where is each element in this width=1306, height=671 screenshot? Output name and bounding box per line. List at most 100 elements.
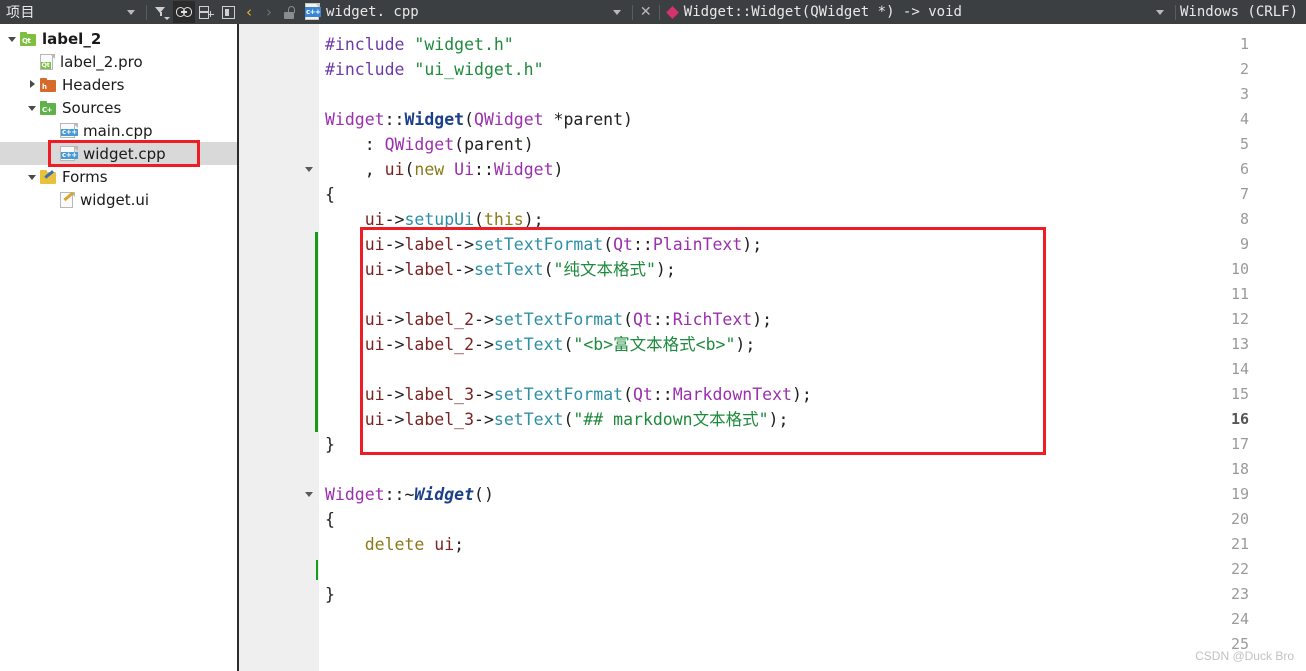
- code-token: Widget: [325, 110, 385, 129]
- navigate-back-icon[interactable]: ‹: [239, 3, 259, 21]
- code-line[interactable]: ui->label_3->setText("## markdown文本格式");: [325, 407, 789, 432]
- code-token: );: [742, 235, 763, 254]
- tree-item-sources[interactable]: C+ Sources: [0, 96, 121, 119]
- code-line[interactable]: : QWidget(parent): [325, 132, 534, 157]
- tree-item-widget-cpp[interactable]: c++ widget.cpp: [0, 142, 237, 165]
- expand-collapse-icon[interactable]: [24, 78, 40, 91]
- code-token: "## markdown文本格式": [573, 410, 769, 429]
- tree-item-label-2-pro[interactable]: Qt label_2.pro: [0, 50, 143, 73]
- ui-file-icon: [60, 191, 75, 208]
- close-file-icon[interactable]: ✕: [637, 4, 655, 20]
- code-line[interactable]: }: [325, 582, 335, 607]
- code-token: "ui_widget.h": [414, 60, 544, 79]
- code-token: Qt: [633, 310, 653, 329]
- expand-collapse-icon[interactable]: [24, 170, 40, 183]
- line-number: 14: [1230, 360, 1249, 378]
- tree-item-widget-ui[interactable]: widget.ui: [0, 188, 149, 211]
- code-line[interactable]: {: [325, 182, 335, 207]
- code-token: ui: [364, 310, 385, 329]
- code-token: Qt: [613, 235, 633, 254]
- tree-item-label: Forms: [62, 167, 108, 186]
- code-line[interactable]: ui->label_3->setTextFormat(Qt::MarkdownT…: [325, 382, 812, 407]
- link-icon[interactable]: [173, 1, 195, 23]
- code-line[interactable]: ui->setupUi(this);: [325, 207, 544, 232]
- line-number: 23: [1230, 585, 1249, 603]
- code-token: Widget: [414, 485, 475, 504]
- cpp-file-icon: c++: [304, 3, 322, 21]
- code-token: ::~: [384, 485, 415, 504]
- code-line[interactable]: {: [325, 507, 335, 532]
- code-editor[interactable]: 1 #include "widget.h" 2 #include "ui_widget…: [239, 24, 1306, 671]
- code-line[interactable]: , ui(new Ui::Widget): [325, 157, 564, 182]
- code-token: {: [325, 510, 335, 529]
- code-token: PlainText: [652, 235, 743, 254]
- open-file-name[interactable]: widget. cpp: [326, 4, 419, 20]
- code-line[interactable]: #include "widget.h": [325, 32, 514, 57]
- project-panel-title: 项目: [6, 5, 35, 21]
- code-line[interactable]: Widget::Widget(QWidget *parent): [325, 107, 633, 132]
- tree-item-label: widget.cpp: [83, 144, 166, 163]
- line-ending-selector[interactable]: Windows (CRLF): [1180, 4, 1306, 20]
- tree-item-headers[interactable]: h Headers: [0, 73, 124, 96]
- code-line[interactable]: #include "ui_widget.h": [325, 57, 544, 82]
- code-token: (: [623, 310, 633, 329]
- line-number: 19: [1230, 485, 1249, 503]
- symbol-dropdown-icon[interactable]: [1149, 1, 1171, 23]
- fold-toggle-icon[interactable]: [303, 482, 315, 507]
- sources-folder-icon: C+: [40, 100, 57, 115]
- file-dropdown-icon[interactable]: [606, 1, 628, 23]
- code-line[interactable]: delete ui;: [325, 532, 464, 557]
- expand-collapse-icon[interactable]: [24, 101, 40, 114]
- code-line[interactable]: ui->label->setText("纯文本格式");: [325, 257, 676, 282]
- code-token: Qt: [633, 385, 653, 404]
- code-line[interactable]: ui->label_2->setTextFormat(Qt::RichText)…: [325, 307, 772, 332]
- code-token: (: [464, 110, 475, 129]
- code-token: ,: [325, 160, 385, 179]
- code-token: Widget: [493, 160, 554, 179]
- tree-item-label: label_2.pro: [60, 52, 143, 71]
- code-token: QWidget: [474, 110, 544, 129]
- toolbar-divider-3: [658, 4, 660, 20]
- code-token: }: [325, 435, 335, 454]
- navigate-forward-icon[interactable]: ›: [259, 3, 279, 21]
- tree-item-label: widget.ui: [80, 190, 150, 209]
- code-token: ::: [633, 235, 653, 254]
- unlocked-padlock-icon[interactable]: [279, 1, 301, 23]
- code-line[interactable]: Widget::~Widget(): [325, 482, 494, 507]
- current-symbol[interactable]: Widget::Widget(QWidget *) -> void: [684, 4, 962, 20]
- code-token: "<b>富文本格式<b>": [573, 335, 736, 354]
- tree-item-forms[interactable]: Forms: [0, 165, 108, 188]
- code-line[interactable]: }: [325, 432, 335, 457]
- line-number: 17: [1230, 435, 1249, 453]
- project-tree-panel: Qt label_2 Qt label_2.pro h Headers C+ Sources c…: [0, 24, 237, 671]
- tree-item-label: label_2: [42, 29, 102, 48]
- fold-toggle-icon[interactable]: [303, 157, 315, 182]
- code-token: label: [404, 260, 455, 279]
- code-token: Widget: [404, 110, 465, 129]
- chevron-down-icon[interactable]: [120, 1, 142, 23]
- code-line[interactable]: ui->label_2->setText("<b>富文本格式<b>");: [325, 332, 756, 357]
- expand-collapse-icon[interactable]: [4, 32, 20, 45]
- headers-folder-icon: h: [40, 77, 57, 92]
- code-token: Widget: [325, 485, 385, 504]
- top-toolbar: 项目 ‹ › c++ widget. cpp ✕ Widget::Widget(…: [0, 0, 1306, 24]
- code-token: label_2: [404, 310, 475, 329]
- tree-item-label-2[interactable]: Qt label_2: [0, 27, 101, 50]
- cpp-badge-label: c++: [305, 7, 322, 17]
- code-token: ->: [474, 310, 494, 329]
- code-token: (parent): [454, 135, 534, 154]
- code-token: (: [623, 385, 633, 404]
- qt-project-folder-icon: Qt: [20, 31, 37, 46]
- filter-icon[interactable]: [151, 1, 173, 23]
- code-token: ui: [364, 335, 385, 354]
- panel-toggle-icon[interactable]: [217, 1, 239, 23]
- line-number: 12: [1230, 310, 1249, 328]
- split-add-icon[interactable]: [195, 1, 217, 23]
- editor-gutter: [239, 24, 319, 671]
- code-line[interactable]: ui->label->setTextFormat(Qt::PlainText);: [325, 232, 762, 257]
- tree-item-main-cpp[interactable]: c++ main.cpp: [0, 119, 153, 142]
- code-token: label_2: [404, 335, 475, 354]
